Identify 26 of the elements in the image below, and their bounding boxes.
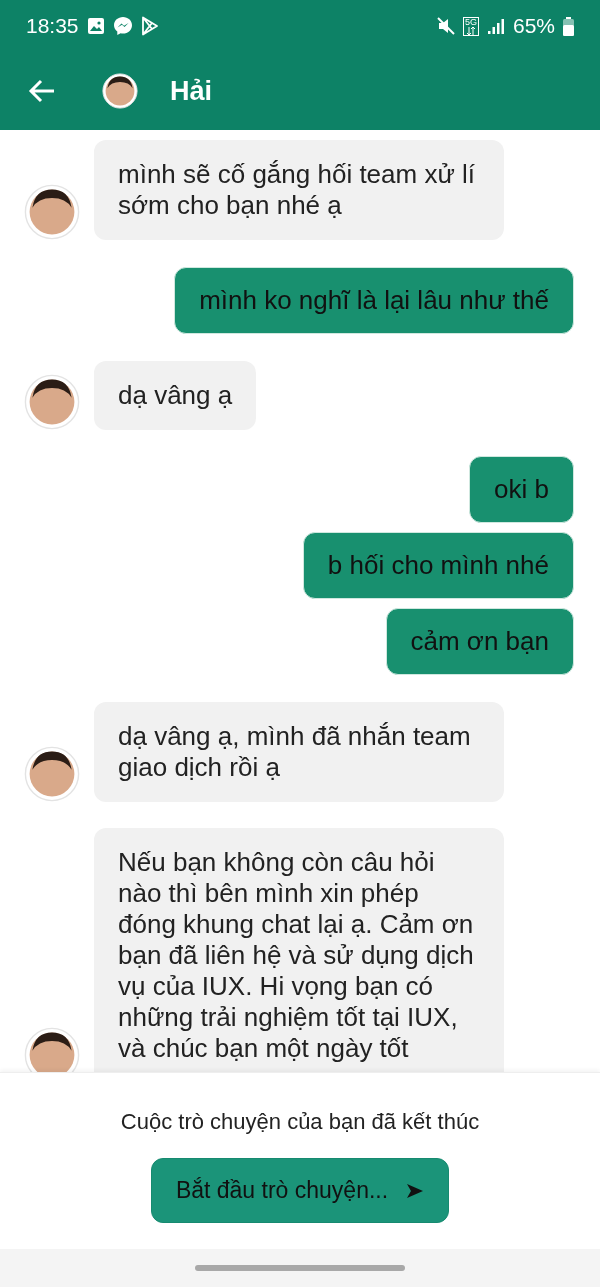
avatar-icon xyxy=(24,746,80,802)
message-bubble: oki b xyxy=(469,456,574,523)
message-bubble: b hối cho mình nhé xyxy=(302,532,574,599)
mute-icon xyxy=(436,17,455,35)
message-bubble: dạ vâng ạ xyxy=(94,361,257,430)
back-arrow-icon[interactable] xyxy=(28,79,56,103)
message-bubble: mình sẽ cố gắng hối team xử lí sớm cho bạn nhé ạ xyxy=(94,140,504,240)
message-bubble: Nếu bạn không còn câu hỏi nào thì bên mình xin phép đóng khung chat lại ạ. Cảm ơn bạn đã liên hệ và sử dụng dịch vụ của IUX. Hi vọng bạn có những trải nghiệm tốt tại IUX, và chúc bạn một ngày tốt xyxy=(94,828,504,1072)
status-time: 18:35 xyxy=(26,14,79,38)
network-indicator: 5G xyxy=(462,16,479,36)
conversation-ended-text: Cuộc trò chuyện của bạn đã kết thúc xyxy=(120,1109,480,1135)
message-bubble: mình ko nghĩ là lại lâu như thế xyxy=(174,267,574,334)
messenger-icon xyxy=(112,16,133,36)
play-icon xyxy=(140,16,159,36)
signal-icon xyxy=(486,17,505,35)
avatar-icon xyxy=(24,184,80,240)
battery-percent: 65% xyxy=(512,14,555,38)
avatar-icon xyxy=(24,374,80,430)
message-bubble: cảm ơn bạn xyxy=(385,608,574,675)
contact-name: Hải xyxy=(170,75,213,107)
send-icon xyxy=(406,1181,425,1200)
avatar-icon xyxy=(102,73,138,109)
message-bubble: dạ vâng ạ, mình đã nhắn team giao dịch rồi ạ xyxy=(94,702,504,802)
image-icon xyxy=(86,17,105,35)
start-chat-button[interactable]: Bắt đầu trò chuyện... xyxy=(150,1158,450,1223)
battery-icon xyxy=(563,16,574,36)
